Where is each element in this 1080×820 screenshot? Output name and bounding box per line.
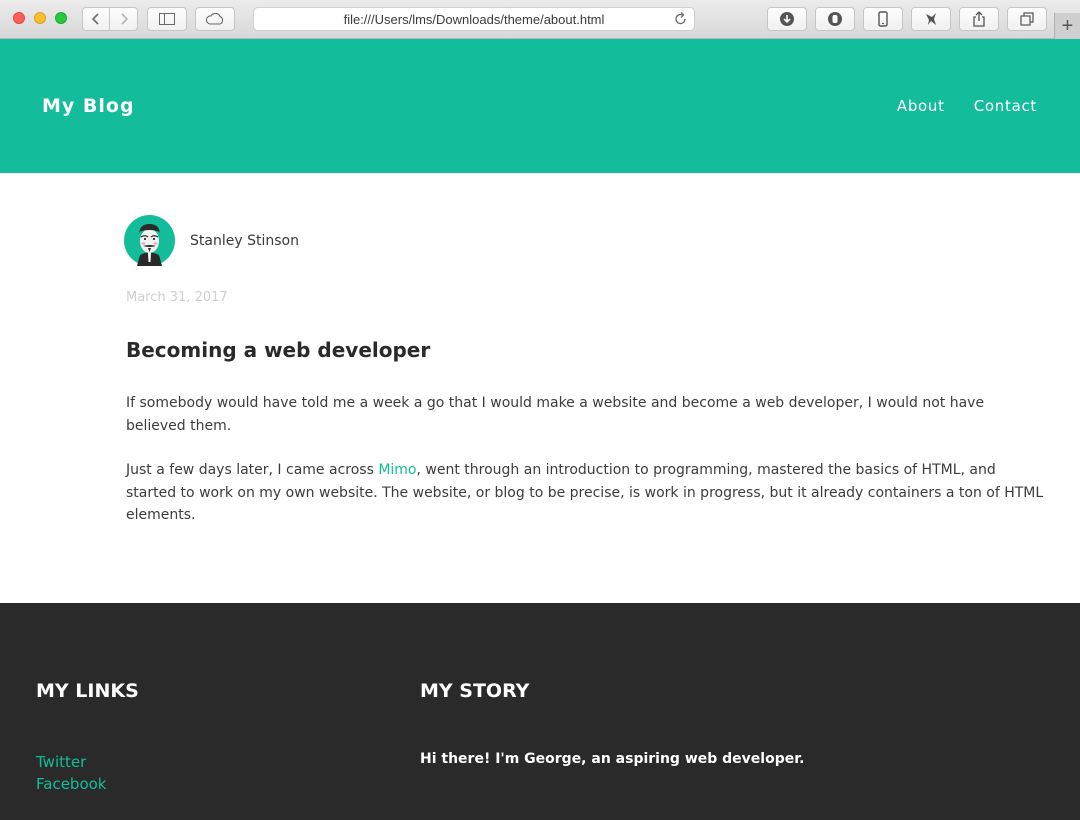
zoom-window-button[interactable]	[55, 12, 67, 24]
bookmark-extension-button[interactable]	[911, 7, 951, 31]
author-name: Stanley Stinson	[190, 232, 299, 249]
privacy-extension-button[interactable]	[815, 7, 855, 31]
author-row: Stanley Stinson	[124, 215, 299, 266]
browser-toolbar: file:///Users/lms/Downloads/theme/about.…	[0, 0, 1080, 39]
site-logo[interactable]: My Blog	[42, 95, 135, 117]
main-nav: About Contact	[897, 97, 1037, 115]
bird-icon	[926, 13, 936, 25]
footer-story-text: Hi there! I'm George, an aspiring web de…	[420, 751, 805, 767]
hand-shield-icon	[828, 12, 842, 26]
new-tab-button[interactable]: +	[1054, 13, 1080, 39]
downloads-button[interactable]	[767, 7, 807, 31]
author-avatar	[124, 215, 175, 266]
nav-about-link[interactable]: About	[897, 97, 945, 115]
sidebar-icon	[159, 13, 175, 25]
tabs-icon	[1020, 12, 1034, 26]
twitter-link[interactable]: Twitter	[36, 751, 106, 773]
cloud-icon	[205, 13, 224, 25]
reload-icon[interactable]	[674, 11, 688, 27]
address-bar[interactable]: file:///Users/lms/Downloads/theme/about.…	[253, 7, 695, 31]
download-icon	[780, 12, 794, 26]
post-title: Becoming a web developer	[126, 338, 431, 362]
minimize-window-button[interactable]	[34, 12, 46, 24]
footer-links-heading: MY LINKS	[36, 680, 139, 702]
chevron-right-icon	[120, 13, 128, 25]
post-paragraph: Just a few days later, I came across Mim…	[126, 459, 1046, 527]
share-icon	[973, 11, 985, 27]
site-header: My Blog About Contact	[0, 39, 1080, 173]
post-paragraph: If somebody would have told me a week a …	[126, 395, 985, 434]
site-footer: MY LINKS MY STORY Twitter Facebook Hi th…	[0, 603, 1080, 820]
share-button[interactable]	[959, 7, 999, 31]
footer-links-list: Twitter Facebook	[36, 751, 106, 795]
sidebar-button[interactable]	[147, 7, 187, 31]
footer-story-heading: MY STORY	[420, 680, 530, 702]
nav-contact-link[interactable]: Contact	[974, 97, 1037, 115]
paragraph-text: Just a few days later, I came across	[126, 462, 379, 478]
icloud-tabs-button[interactable]	[195, 7, 235, 31]
post-date: March 31, 2017	[126, 290, 228, 305]
phone-icon	[878, 11, 888, 27]
show-tabs-button[interactable]	[1007, 7, 1047, 31]
address-url: file:///Users/lms/Downloads/theme/about.…	[343, 11, 605, 27]
history-navigation	[82, 7, 138, 31]
back-button[interactable]	[82, 7, 110, 31]
forward-button[interactable]	[110, 7, 138, 31]
responsive-mode-button[interactable]	[863, 7, 903, 31]
mimo-link[interactable]: Mimo	[378, 462, 416, 478]
facebook-link[interactable]: Facebook	[36, 773, 106, 795]
close-window-button[interactable]	[13, 12, 25, 24]
chevron-left-icon	[91, 13, 99, 25]
